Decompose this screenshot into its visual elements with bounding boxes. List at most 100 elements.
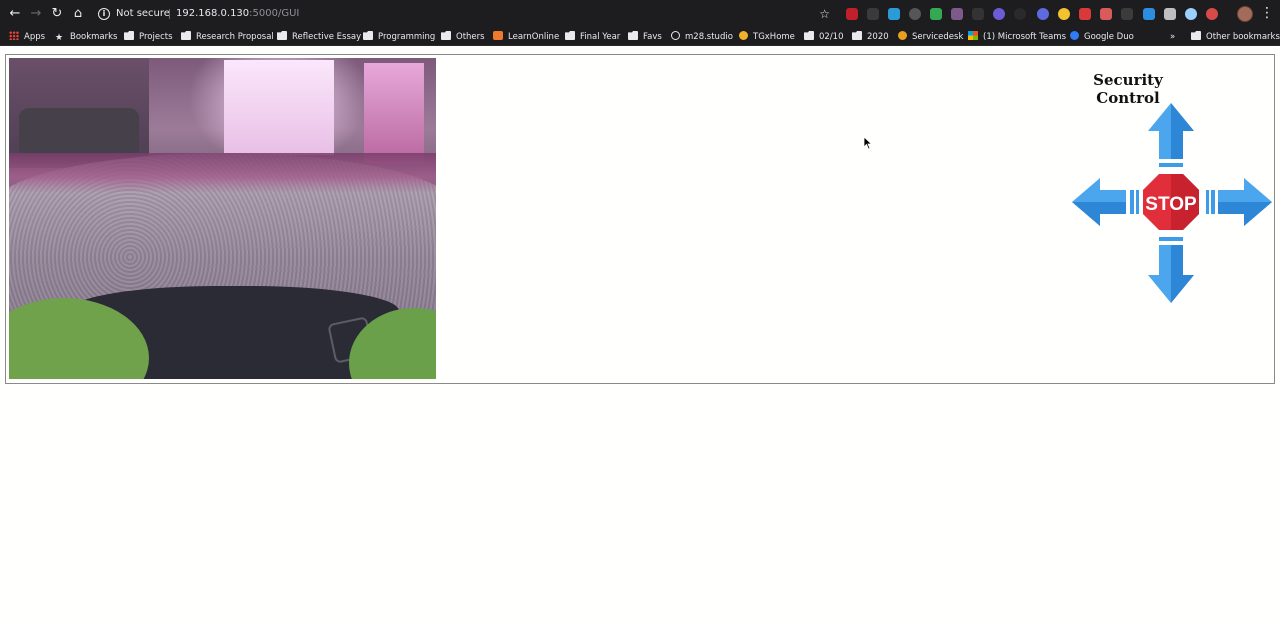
bookmark-label: m28.studio <box>685 32 733 42</box>
turn-right-button[interactable] <box>1216 177 1274 227</box>
home-icon[interactable]: ⌂ <box>70 6 86 22</box>
forward-icon[interactable]: → <box>28 6 44 22</box>
bookmark-label: Final Year <box>580 32 621 42</box>
info-icon[interactable]: i <box>98 8 110 20</box>
learnonline-icon <box>493 31 503 40</box>
security-label: Not secure <box>116 8 170 19</box>
extension-icon[interactable] <box>1058 8 1070 20</box>
bookmark-label: Reflective Essay <box>292 32 362 42</box>
google-duo-icon <box>1070 31 1079 40</box>
bookmark-label: Research Proposal <box>196 32 274 42</box>
separator <box>169 9 170 19</box>
bookmark-label: 02/10 <box>819 32 844 42</box>
folder-icon <box>441 31 451 40</box>
bookmark-tgxhome[interactable]: TGxHome <box>739 30 795 44</box>
extension-icon[interactable] <box>1079 8 1091 20</box>
turn-left-button[interactable] <box>1070 177 1128 227</box>
bookmark-label: Programming <box>378 32 436 42</box>
move-forward-button[interactable] <box>1146 101 1196 161</box>
direction-control-pad: STOP <box>1070 101 1274 307</box>
bookmark-projects[interactable]: Projects <box>124 30 173 44</box>
bookmark-programming[interactable]: Programming <box>363 30 435 44</box>
extension-icon[interactable] <box>888 8 900 20</box>
camera-scene <box>9 153 436 193</box>
bookmark-label: Google Duo <box>1084 32 1134 42</box>
extension-icon[interactable] <box>1143 8 1155 20</box>
menu-dots-icon[interactable]: ⋮ <box>1260 4 1274 24</box>
bookmark-label: 2020 <box>867 32 889 42</box>
stop-button[interactable] <box>1140 171 1202 233</box>
extension-icon[interactable] <box>909 8 921 20</box>
bookmark-label: (1) Microsoft Teams <box>983 32 1067 42</box>
extension-icon[interactable] <box>1185 8 1197 20</box>
camera-scene <box>224 60 334 155</box>
bookmark-google-duo[interactable]: Google Duo <box>1070 30 1134 44</box>
folder-icon <box>363 31 373 40</box>
url-host: 192.168.0.130 <box>176 8 250 19</box>
extension-icon[interactable] <box>1014 8 1026 20</box>
profile-avatar[interactable] <box>1237 6 1253 22</box>
folder-icon <box>852 31 862 40</box>
extension-icon[interactable] <box>1100 8 1112 20</box>
bookmark-others[interactable]: Others <box>441 30 485 44</box>
bookmark-learnonline[interactable]: LearnOnline <box>493 30 559 44</box>
extension-icon[interactable] <box>867 8 879 20</box>
folder-icon <box>181 31 191 40</box>
bookmark-m28-studio[interactable]: m28.studio <box>671 30 733 44</box>
address-bar[interactable]: i Not secure 192.168.0.130:5000/GUI ☆ <box>92 4 836 24</box>
bookmark-label: Projects <box>139 32 173 42</box>
servicedesk-icon <box>898 31 907 40</box>
extension-icon[interactable] <box>1164 8 1176 20</box>
folder-icon <box>628 31 638 40</box>
microsoft-icon <box>968 31 978 40</box>
extension-icon[interactable] <box>951 8 963 20</box>
bookmark-label: Others <box>456 32 485 42</box>
extension-icon[interactable] <box>993 8 1005 20</box>
bookmark-research-proposal[interactable]: Research Proposal <box>181 30 274 44</box>
url-path: :5000/GUI <box>249 8 300 19</box>
bookmark-favs[interactable]: Favs <box>628 30 662 44</box>
extension-icon[interactable] <box>1121 8 1133 20</box>
folder-icon <box>277 31 287 40</box>
camera-scene <box>364 63 424 163</box>
folder-icon <box>804 31 814 40</box>
reload-icon[interactable]: ↻ <box>49 6 65 22</box>
bookmark-label: Servicedesk <box>912 32 964 42</box>
bookmark-reflective-essay[interactable]: Reflective Essay <box>277 30 361 44</box>
bookmark-label: TGxHome <box>753 32 795 42</box>
extension-icon[interactable] <box>1037 8 1049 20</box>
extension-icon[interactable] <box>972 8 984 20</box>
extension-icon[interactable] <box>1206 8 1218 20</box>
bookmark-star-icon[interactable]: ☆ <box>819 4 830 24</box>
bookmarks-bar: Apps ★ Bookmarks Projects Research Propos… <box>0 28 1280 46</box>
folder-icon <box>565 31 575 40</box>
url-text: 192.168.0.130:5000/GUI <box>176 4 299 24</box>
folder-icon <box>1191 31 1201 40</box>
browser-toolbar: ← → ↻ ⌂ i Not secure 192.168.0.130:5000/… <box>0 0 1280 28</box>
bookmark-label: Apps <box>24 32 46 42</box>
bookmark-02-10[interactable]: 02/10 <box>804 30 844 44</box>
star-icon: ★ <box>55 33 64 43</box>
page-container: Security Control STOP <box>5 54 1275 384</box>
bookmark-servicedesk[interactable]: Servicedesk <box>898 30 963 44</box>
bookmark-other-bookmarks[interactable]: Other bookmarks <box>1191 30 1280 44</box>
bookmark-apps[interactable]: Apps <box>9 30 45 44</box>
bookmark-label: Favs <box>643 32 662 42</box>
bookmark-label: LearnOnline <box>508 32 560 42</box>
apps-grid-icon <box>9 31 19 40</box>
move-backward-button[interactable] <box>1146 243 1196 305</box>
bookmark-2020[interactable]: 2020 <box>852 30 889 44</box>
tgx-icon <box>739 31 748 40</box>
mouse-cursor-icon <box>863 136 873 150</box>
back-icon[interactable]: ← <box>7 6 23 22</box>
bookmark-final-year[interactable]: Final Year <box>565 30 620 44</box>
bookmark-microsoft-teams[interactable]: (1) Microsoft Teams <box>968 30 1066 44</box>
bookmark-label: Bookmarks <box>70 32 118 42</box>
bookmarks-overflow-icon[interactable]: » <box>1170 30 1175 44</box>
extension-icon[interactable] <box>930 8 942 20</box>
bookmark-label: Other bookmarks <box>1206 32 1280 42</box>
extension-icon[interactable] <box>846 8 858 20</box>
folder-icon <box>124 31 134 40</box>
globe-icon <box>671 31 680 40</box>
bookmark-bookmarks[interactable]: ★ Bookmarks <box>55 30 118 44</box>
